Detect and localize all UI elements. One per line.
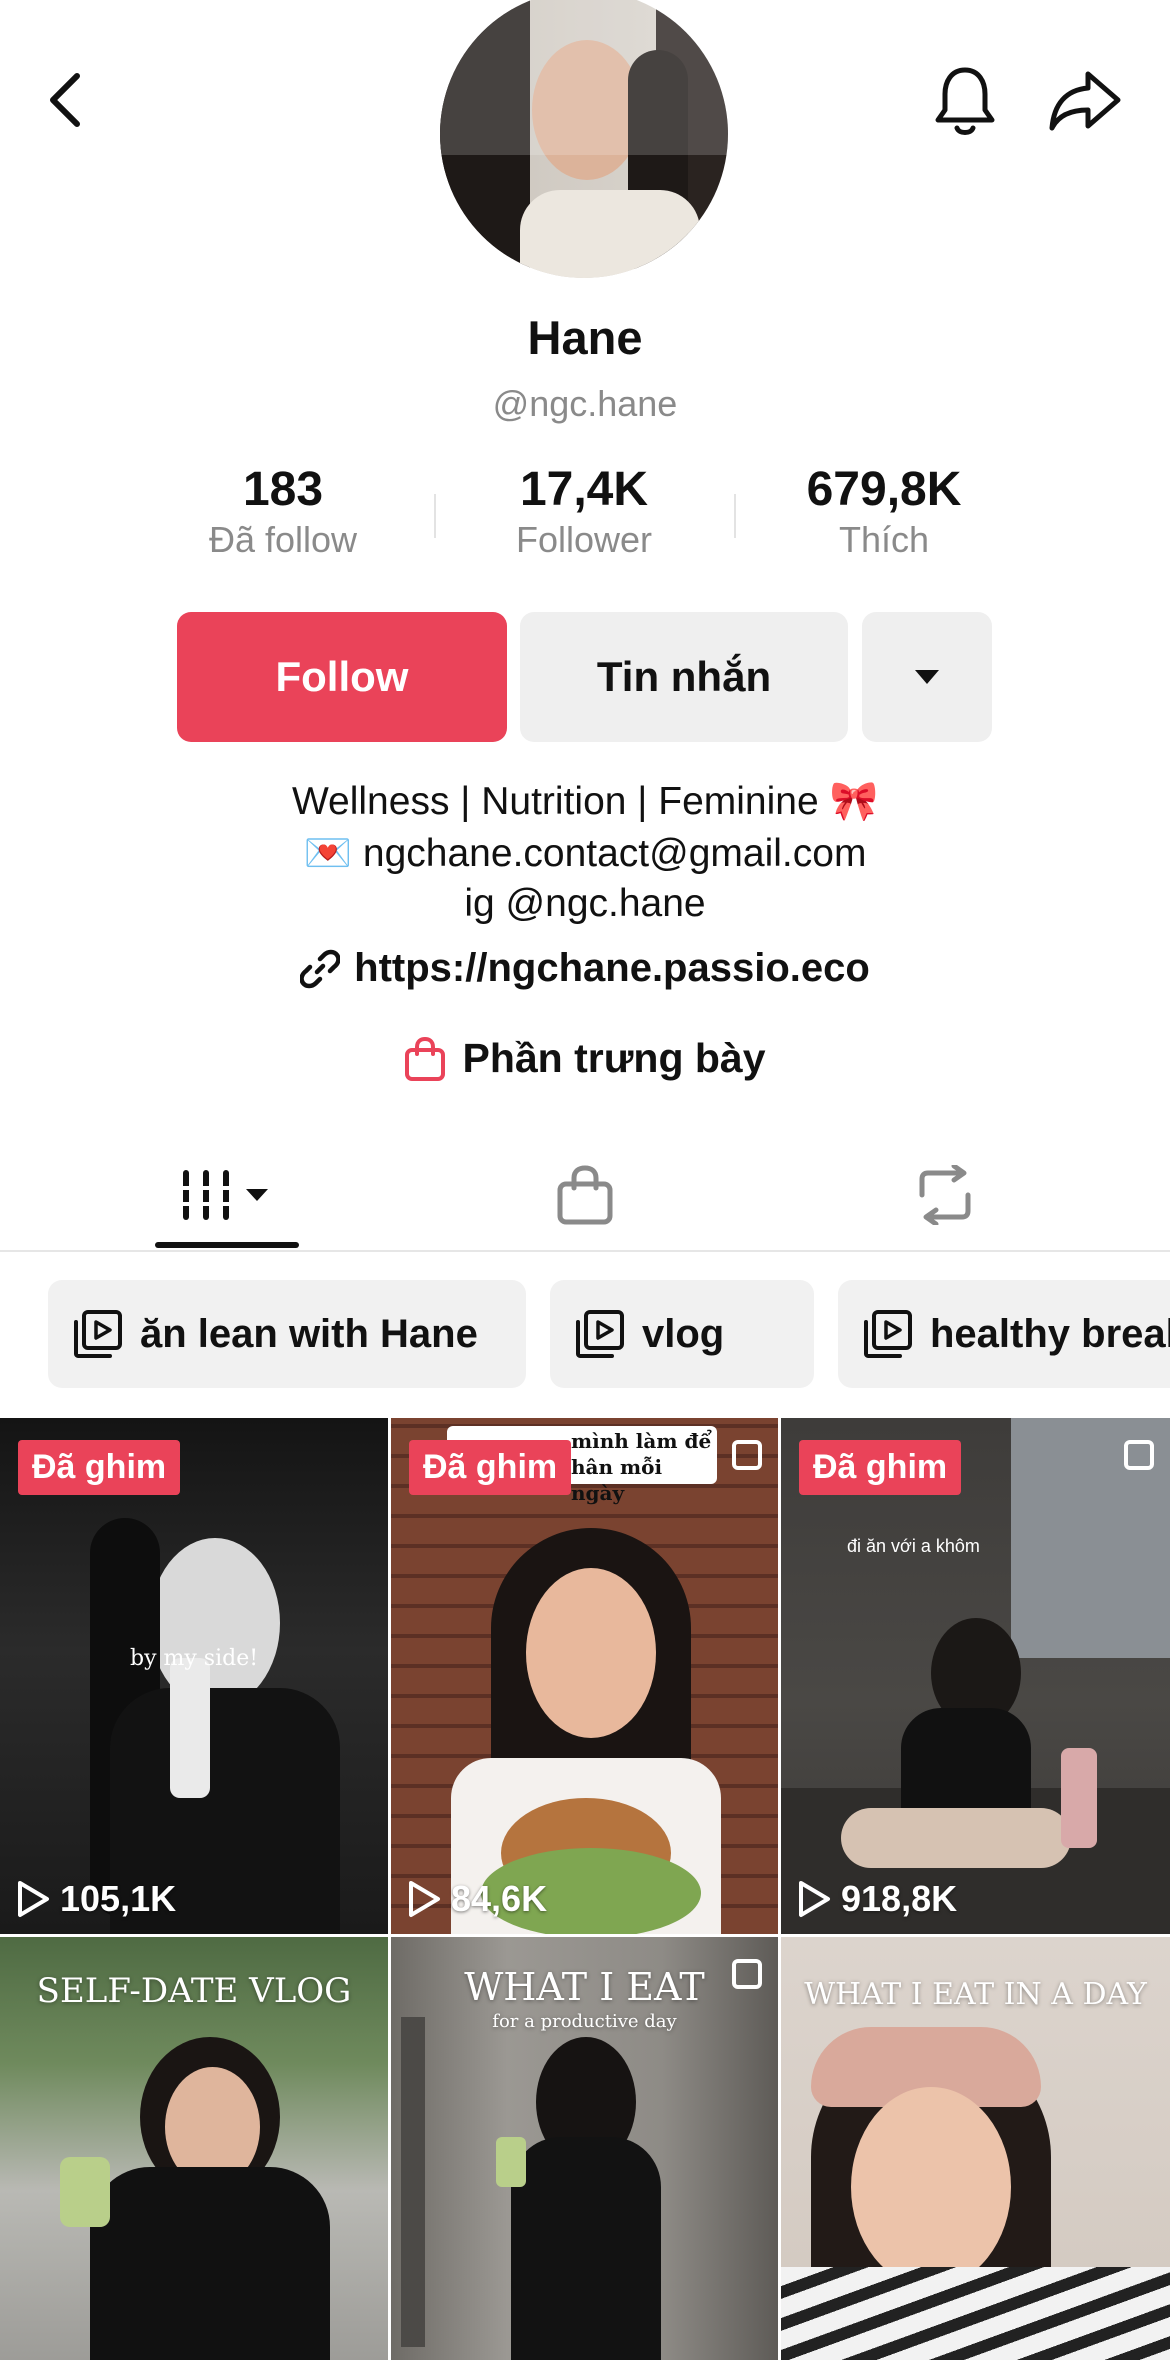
video-thumbnail[interactable]: WHAT I EAT for a productive day [391,1937,778,2360]
share-arrow-icon [1049,71,1121,131]
tab-videos[interactable] [140,1140,310,1250]
view-count: 105,1K [16,1878,176,1920]
video-thumbnail[interactable]: đi ăn với a khôm Đã ghim 918,8K [781,1418,1170,1934]
showcase-label: Phần trưng bày [462,1035,766,1081]
repost-icon [919,1165,971,1225]
video-title: WHAT I EAT IN A DAY [804,1977,1147,2012]
tab-shop[interactable] [520,1140,650,1250]
bio-link-text: https://ngchane.passio.eco [354,946,870,990]
pinned-badge: Đã ghim [799,1440,962,1495]
view-count-value: 918,8K [841,1878,958,1919]
caret-down-icon [915,670,939,684]
chevron-left-icon [50,73,80,127]
stat-followers[interactable]: 17,4K Follower [454,462,714,561]
view-count: 918,8K [797,1878,957,1920]
share-button[interactable] [1040,55,1130,145]
caret-down-icon [246,1189,268,1201]
multi-image-icon [732,1440,762,1470]
notification-button[interactable] [925,55,1005,145]
grid-icon [181,1170,231,1220]
shopping-bag-icon [405,1036,446,1081]
view-count: 84,6K [407,1878,547,1920]
stat-divider [734,494,736,538]
video-caption: by my side! [130,1646,259,1671]
play-icon [799,1881,830,1917]
profile-name: Hane [527,311,643,364]
playlist-chip[interactable]: vlog [550,1280,814,1388]
active-tab-indicator [155,1242,299,1248]
showcase-link[interactable]: Phần trưng bày [0,1035,1170,1082]
multi-image-icon [732,1959,762,1989]
playlist-icon [864,1310,912,1358]
playlist-chips: ăn lean with Hane vlog healthy breakfast [0,1280,1170,1390]
bio-line-1: Wellness | Nutrition | Feminine 🎀 [291,780,879,823]
video-title: SELF-DATE VLOG [36,1971,352,2011]
message-button[interactable]: Tin nhắn [520,612,848,742]
playlist-chip-label: ăn lean with Hane [140,1311,478,1356]
suggested-accounts-button[interactable] [862,612,992,742]
content-tabs [0,1140,1170,1252]
video-thumbnail[interactable]: by my side! Đã ghim 105,1K [0,1418,388,1934]
stat-likes-value: 679,8K [806,463,962,516]
video-subtitle: for a productive day [492,2011,677,2032]
bio-line-3: ig @ngc.hane [464,882,706,925]
stat-followers-value: 17,4K [519,463,649,516]
view-count-value: 84,6K [451,1878,548,1919]
bio-link[interactable]: https://ngchane.passio.eco [0,946,1170,991]
playlist-chip-label: healthy breakfast [930,1311,1170,1356]
stat-following-label: Đã follow [208,519,358,560]
playlist-chip[interactable]: ăn lean with Hane [48,1280,526,1388]
stat-followers-label: Follower [515,519,653,560]
video-thumbnail[interactable]: SELF-DATE VLOG [0,1937,388,2360]
tab-reposts[interactable] [880,1140,1010,1250]
play-icon [18,1881,49,1917]
avatar[interactable] [440,0,728,278]
playlist-icon [576,1310,624,1358]
video-thumbnail[interactable]: WHAT I EAT IN A DAY [781,1937,1170,2360]
profile-handle: @ngc.hane [492,383,678,424]
stat-following[interactable]: 183 Đã follow [153,462,413,561]
playlist-chip-label: vlog [642,1311,725,1356]
stat-following-value: 183 [242,463,324,516]
shopping-bag-icon [557,1165,613,1225]
stat-likes[interactable]: 679,8K Thích [754,462,1014,561]
play-icon [409,1881,440,1917]
playlist-chip[interactable]: healthy breakfast [838,1280,1170,1388]
view-count-value: 105,1K [60,1878,177,1919]
pinned-badge: Đã ghim [18,1440,181,1495]
bio-line-2: 💌 ngchane.contact@gmail.com [303,832,867,875]
back-button[interactable] [30,60,100,140]
stat-divider [434,494,436,538]
bell-icon [935,67,995,135]
pinned-badge: Đã ghim [409,1440,572,1495]
stat-likes-label: Thích [838,519,930,560]
link-icon [300,949,341,988]
playlist-icon [74,1310,122,1358]
video-caption: mình làm để hân mỗi ngày [571,1429,712,1505]
video-caption: đi ăn với a khôm [847,1536,980,1556]
video-thumbnail[interactable]: mình làm để hân mỗi ngày Đã ghim 84,6K [391,1418,778,1934]
follow-button[interactable]: Follow [177,612,507,742]
multi-image-icon [1124,1440,1154,1470]
video-title: WHAT I EAT [464,1965,705,2009]
